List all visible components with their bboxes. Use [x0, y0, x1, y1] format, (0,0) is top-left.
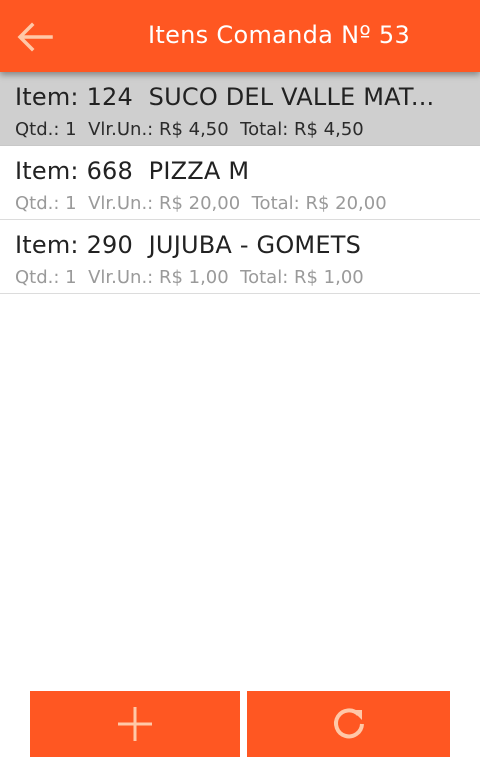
item-total: Total: R$ 20,00	[251, 193, 387, 214]
list-item[interactable]: Item: 668 PIZZA M Qtd.: 1 Vlr.Un.: R$ 20…	[0, 146, 480, 220]
item-total: Total: R$ 4,50	[240, 119, 364, 140]
item-title: Item: 124 SUCO DEL VALLE MAT...	[15, 80, 450, 114]
back-button[interactable]	[10, 14, 58, 60]
refresh-icon	[333, 708, 364, 739]
item-name: SUCO DEL VALLE MAT...	[148, 83, 435, 111]
add-item-button[interactable]	[30, 691, 240, 757]
item-name: PIZZA M	[148, 157, 250, 185]
list-item[interactable]: Item: 124 SUCO DEL VALLE MAT... Qtd.: 1 …	[0, 72, 480, 146]
item-code: 124	[86, 83, 133, 111]
item-unit-price: Vlr.Un.: R$ 4,50	[88, 119, 229, 140]
item-code: 290	[86, 231, 133, 259]
item-label: Item:	[15, 83, 79, 111]
item-details: Qtd.: 1 Vlr.Un.: R$ 20,00 Total: R$ 20,0…	[15, 192, 387, 216]
refresh-button[interactable]	[247, 691, 450, 757]
item-label: Item:	[15, 157, 79, 185]
item-code: 668	[86, 157, 133, 185]
item-qty: Qtd.: 1	[15, 193, 77, 214]
item-label: Item:	[15, 231, 79, 259]
plus-icon	[118, 707, 152, 741]
page-title: Itens Comanda Nº 53	[148, 21, 411, 49]
item-details: Qtd.: 1 Vlr.Un.: R$ 1,00 Total: R$ 1,00	[15, 266, 364, 290]
item-title: Item: 290 JUJUBA - GOMETS	[15, 228, 450, 262]
item-qty: Qtd.: 1	[15, 267, 77, 288]
item-title: Item: 668 PIZZA M	[15, 154, 450, 188]
list-item[interactable]: Item: 290 JUJUBA - GOMETS Qtd.: 1 Vlr.Un…	[0, 220, 480, 294]
items-list: Item: 124 SUCO DEL VALLE MAT... Qtd.: 1 …	[0, 72, 480, 294]
item-details: Qtd.: 1 Vlr.Un.: R$ 4,50 Total: R$ 4,50	[15, 118, 364, 142]
item-qty: Qtd.: 1	[15, 119, 77, 140]
arrow-left-icon	[17, 22, 53, 52]
item-unit-price: Vlr.Un.: R$ 1,00	[88, 267, 229, 288]
item-total: Total: R$ 1,00	[240, 267, 364, 288]
app-bar: Itens Comanda Nº 53	[0, 0, 480, 72]
item-name: JUJUBA - GOMETS	[148, 231, 361, 259]
item-unit-price: Vlr.Un.: R$ 20,00	[88, 193, 241, 214]
